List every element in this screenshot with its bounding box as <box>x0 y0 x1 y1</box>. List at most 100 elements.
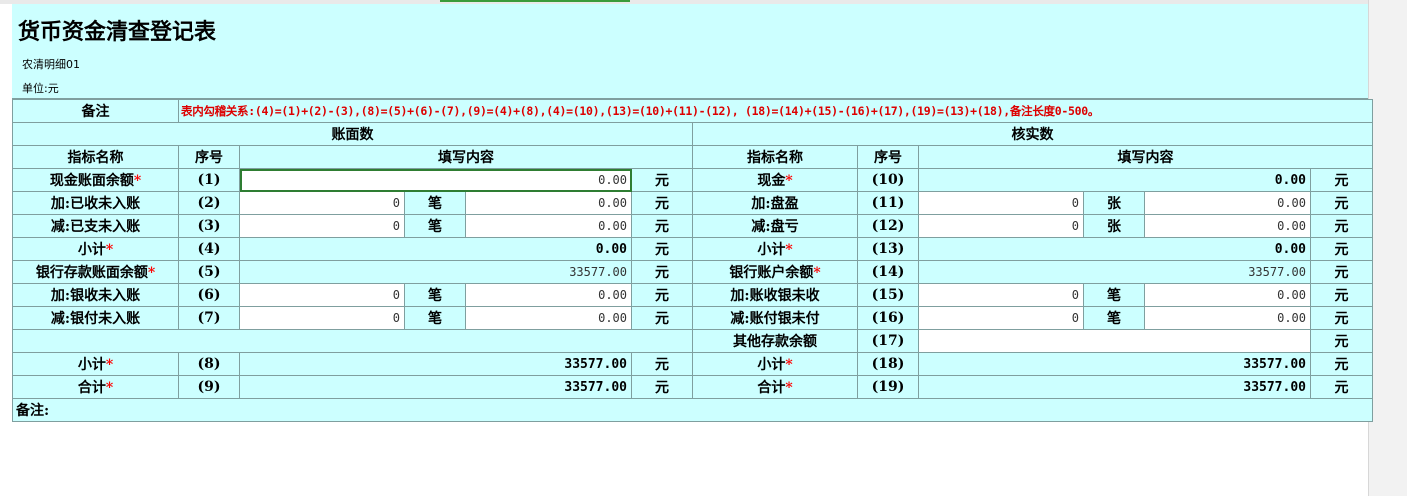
unit-yuan-left: 元 <box>631 260 693 284</box>
name-text: 加:已收未入账 <box>50 196 141 212</box>
name-text: 其他存款余额 <box>733 334 817 350</box>
remark-label: 备注: <box>12 398 1373 422</box>
indicator-name-right: 现金* <box>692 168 858 192</box>
required-mark: * <box>133 173 142 189</box>
name-text: 现金 <box>757 173 786 189</box>
name-text: 合计 <box>757 380 786 396</box>
unit-yuan-right: 元 <box>1310 375 1373 399</box>
seq-left: (9) <box>178 375 240 399</box>
seq-left: (7) <box>178 306 240 330</box>
name-text: 加:账收银未收 <box>730 288 820 304</box>
seq-right: (14) <box>857 260 919 284</box>
name-text: 小计 <box>757 242 786 258</box>
required-mark: * <box>785 242 793 258</box>
seq-right: (13) <box>857 237 919 261</box>
name-text: 减:账付银未付 <box>730 311 820 327</box>
count-input-left[interactable]: 0 <box>239 214 405 238</box>
count-input-right[interactable]: 0 <box>918 283 1084 307</box>
seq-left: (5) <box>178 260 240 284</box>
seq-left: (4) <box>178 237 240 261</box>
count-input-right[interactable]: 0 <box>918 306 1084 330</box>
amount-value-left: 0.00 <box>239 237 632 261</box>
name-text: 加:盘盈 <box>751 196 799 212</box>
unit-yuan-right: 元 <box>1310 237 1373 261</box>
name-text: 加:银收未入账 <box>50 288 141 304</box>
required-mark: * <box>785 173 793 189</box>
left-blank <box>12 329 693 353</box>
amount-input-right[interactable] <box>918 329 1311 353</box>
amount-value-right: 33577.00 <box>918 375 1311 399</box>
amount-value-right: 0.00 <box>918 237 1311 261</box>
unit-bi-left: 笔 <box>404 306 466 330</box>
amount-input-left[interactable]: 0.00 <box>465 214 632 238</box>
unit-yuan-left: 元 <box>631 375 693 399</box>
amount-input-left[interactable]: 0.00 <box>465 306 632 330</box>
count-input-left[interactable]: 0 <box>239 191 405 215</box>
name-text: 减:银付未入账 <box>50 311 141 327</box>
seq-right: (11) <box>857 191 919 215</box>
count-input-left[interactable]: 0 <box>239 283 405 307</box>
seq-left: (2) <box>178 191 240 215</box>
indicator-name-right: 加:盘盈 <box>692 191 858 215</box>
unit-yuan-left: 元 <box>631 352 693 376</box>
name-text: 现金账面余额 <box>49 173 134 189</box>
indicator-name-left: 小计* <box>12 352 179 376</box>
amount-input-right[interactable]: 33577.00 <box>918 260 1311 284</box>
amount-input-left[interactable]: 0.00 <box>239 168 632 192</box>
indicator-name-right: 其他存款余额 <box>692 329 858 353</box>
unit-yuan-left: 元 <box>631 214 693 238</box>
name-text: 减:已支未入账 <box>50 219 141 235</box>
unit-yuan-right: 元 <box>1310 352 1373 376</box>
active-column-indicator <box>440 0 630 2</box>
unit-zhang-right: 笔 <box>1083 306 1145 330</box>
amount-input-left[interactable]: 0.00 <box>465 283 632 307</box>
book-header: 账面数 <box>12 122 693 146</box>
seq-right: (15) <box>857 283 919 307</box>
count-input-right[interactable]: 0 <box>918 214 1084 238</box>
unit-zhang-right: 张 <box>1083 214 1145 238</box>
amount-input-left[interactable]: 33577.00 <box>239 260 632 284</box>
unit-yuan-left: 元 <box>631 306 693 330</box>
col-name-left: 指标名称 <box>12 145 179 169</box>
amount-input-right[interactable]: 0.00 <box>1144 283 1311 307</box>
unit-yuan-right: 元 <box>1310 260 1373 284</box>
amount-input-right[interactable]: 0.00 <box>1144 214 1311 238</box>
seq-right: (18) <box>857 352 919 376</box>
unit-label: 单位:元 <box>22 82 59 95</box>
indicator-name-right: 合计* <box>692 375 858 399</box>
indicator-name-right: 小计* <box>692 352 858 376</box>
unit-yuan-right: 元 <box>1310 306 1373 330</box>
col-content-left: 填写内容 <box>239 145 693 169</box>
count-input-left[interactable]: 0 <box>239 306 405 330</box>
amount-value-right: 33577.00 <box>918 352 1311 376</box>
count-input-right[interactable]: 0 <box>918 191 1084 215</box>
amount-input-right[interactable]: 0.00 <box>1144 191 1311 215</box>
verified-header: 核实数 <box>692 122 1373 146</box>
unit-yuan-right: 元 <box>1310 214 1373 238</box>
report-header: 货币资金清查登记表 农清明细01 单位:元 <box>12 4 1368 99</box>
indicator-name-left: 现金账面余额* <box>12 168 179 192</box>
formula-note: 表内勾稽关系:(4)=(1)+(2)-(3),(8)=(5)+(6)-(7),(… <box>178 99 1373 123</box>
unit-zhang-right: 笔 <box>1083 283 1145 307</box>
indicator-name-right: 银行账户余额* <box>692 260 858 284</box>
amount-value-left: 33577.00 <box>239 352 632 376</box>
name-text: 减:盘亏 <box>751 219 799 235</box>
name-text: 小计 <box>77 357 106 373</box>
unit-yuan-right: 元 <box>1310 168 1373 192</box>
indicator-name-right: 减:账付银未付 <box>692 306 858 330</box>
vertical-scrollbar[interactable] <box>1368 0 1407 496</box>
unit-zhang-right: 张 <box>1083 191 1145 215</box>
required-mark: * <box>105 380 114 396</box>
unit-yuan-right: 元 <box>1310 191 1373 215</box>
indicator-name-left: 小计* <box>12 237 179 261</box>
amount-input-right[interactable]: 0.00 <box>1144 306 1311 330</box>
report-sheet: 货币资金清查登记表 农清明细01 单位:元 备注 表内勾稽关系:(4)=(1)+… <box>12 4 1373 496</box>
amount-input-left[interactable]: 0.00 <box>465 191 632 215</box>
indicator-name-left: 银行存款账面余额* <box>12 260 179 284</box>
col-name-right: 指标名称 <box>692 145 858 169</box>
required-mark: * <box>147 265 156 281</box>
seq-left: (1) <box>178 168 240 192</box>
seq-right: (16) <box>857 306 919 330</box>
indicator-name-right: 减:盘亏 <box>692 214 858 238</box>
seq-right: (19) <box>857 375 919 399</box>
